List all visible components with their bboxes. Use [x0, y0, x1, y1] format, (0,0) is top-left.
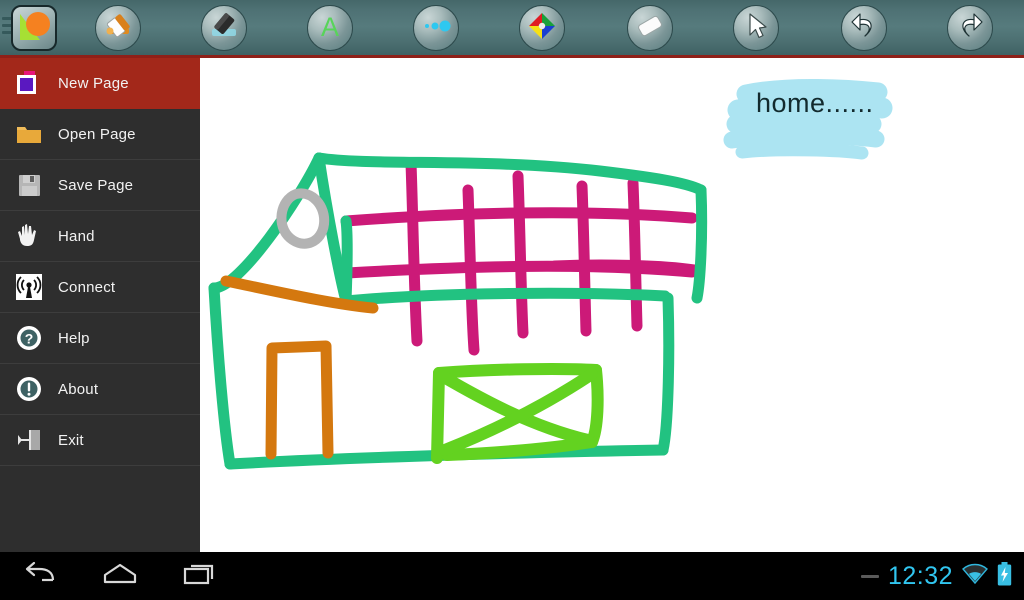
toolbar-button-redo[interactable] — [946, 4, 994, 52]
sidebar-item-label: Save Page — [58, 176, 134, 194]
sidebar-item-help[interactable]: ? Help — [0, 313, 200, 364]
pen-icon — [101, 9, 135, 48]
floppy-disk-icon — [12, 170, 46, 200]
eraser-icon — [633, 9, 667, 48]
undo-arrow-icon — [847, 9, 881, 48]
question-circle-icon: ? — [12, 323, 46, 353]
home-icon — [99, 560, 141, 593]
house-drawing — [208, 79, 893, 470]
toolbar-button-gallery[interactable] — [10, 4, 58, 52]
nav-button-back[interactable] — [0, 556, 80, 596]
redo-arrow-icon — [953, 9, 987, 48]
roof-grid — [340, 157, 700, 356]
sidebar-menu: New Page Open Page Save Page Hand Connec… — [0, 58, 200, 552]
status-dash-icon — [860, 574, 879, 578]
svg-text:?: ? — [25, 331, 34, 347]
toolbar-button-highlighter[interactable] — [200, 4, 248, 52]
folder-icon — [12, 119, 46, 149]
toolbar-button-pen[interactable] — [94, 4, 142, 52]
drawing-canvas[interactable]: home...... — [200, 58, 1024, 552]
stroke-width-icon — [419, 9, 453, 48]
toolbar-button-eraser[interactable] — [626, 4, 674, 52]
status-bar[interactable]: 12:32 — [860, 552, 1024, 600]
wifi-icon — [962, 563, 988, 590]
back-arrow-icon — [20, 560, 60, 593]
nav-button-home[interactable] — [80, 556, 160, 596]
broadcast-icon — [12, 272, 46, 302]
status-clock: 12:32 — [887, 561, 953, 590]
sidebar-item-label: New Page — [58, 74, 129, 92]
battery-charging-icon — [997, 561, 1012, 591]
toolbar-button-color[interactable] — [518, 4, 566, 52]
highlighter-icon — [207, 9, 241, 48]
sidebar-item-about[interactable]: About — [0, 364, 200, 415]
sidebar-item-open-page[interactable]: Open Page — [0, 109, 200, 160]
sidebar-bottom-filler — [0, 545, 200, 552]
sidebar-item-new-page[interactable]: New Page — [0, 58, 200, 109]
sidebar-item-label: Exit — [58, 431, 84, 449]
hand-icon — [12, 221, 46, 251]
sidebar-item-exit[interactable]: Exit — [0, 415, 200, 466]
info-circle-icon — [12, 374, 46, 404]
exit-door-icon — [12, 425, 46, 455]
text-a-icon: A — [313, 9, 347, 48]
sidebar-item-connect[interactable]: Connect — [0, 262, 200, 313]
sidebar-item-label: Help — [58, 329, 90, 347]
nav-button-recents[interactable] — [160, 556, 240, 596]
toolbar-button-undo[interactable] — [840, 4, 888, 52]
top-toolbar: A — [0, 0, 1024, 55]
toolbar-button-text[interactable]: A — [306, 4, 354, 52]
sidebar-item-save-page[interactable]: Save Page — [0, 160, 200, 211]
sidebar-item-label: Hand — [58, 227, 95, 245]
new-page-icon — [12, 68, 46, 98]
canvas-text-annotation: home...... — [756, 88, 874, 118]
gallery-shapes-icon — [14, 7, 54, 49]
app-root: A New Page Open Page Save Page Hand Conn… — [0, 0, 1024, 600]
cursor-arrow-icon — [739, 9, 773, 48]
svg-text:A: A — [321, 12, 339, 42]
sidebar-item-hand[interactable]: Hand — [0, 211, 200, 262]
recent-apps-icon — [180, 560, 220, 593]
color-palette-icon — [525, 9, 559, 48]
toolbar-button-select[interactable] — [732, 4, 780, 52]
toolbar-button-stroke-width[interactable] — [412, 4, 460, 52]
sidebar-item-label: Connect — [58, 278, 116, 296]
sidebar-item-label: About — [58, 380, 99, 398]
sidebar-item-label: Open Page — [58, 125, 136, 143]
envelope-drawing — [431, 363, 604, 464]
door-and-eave — [220, 275, 379, 460]
